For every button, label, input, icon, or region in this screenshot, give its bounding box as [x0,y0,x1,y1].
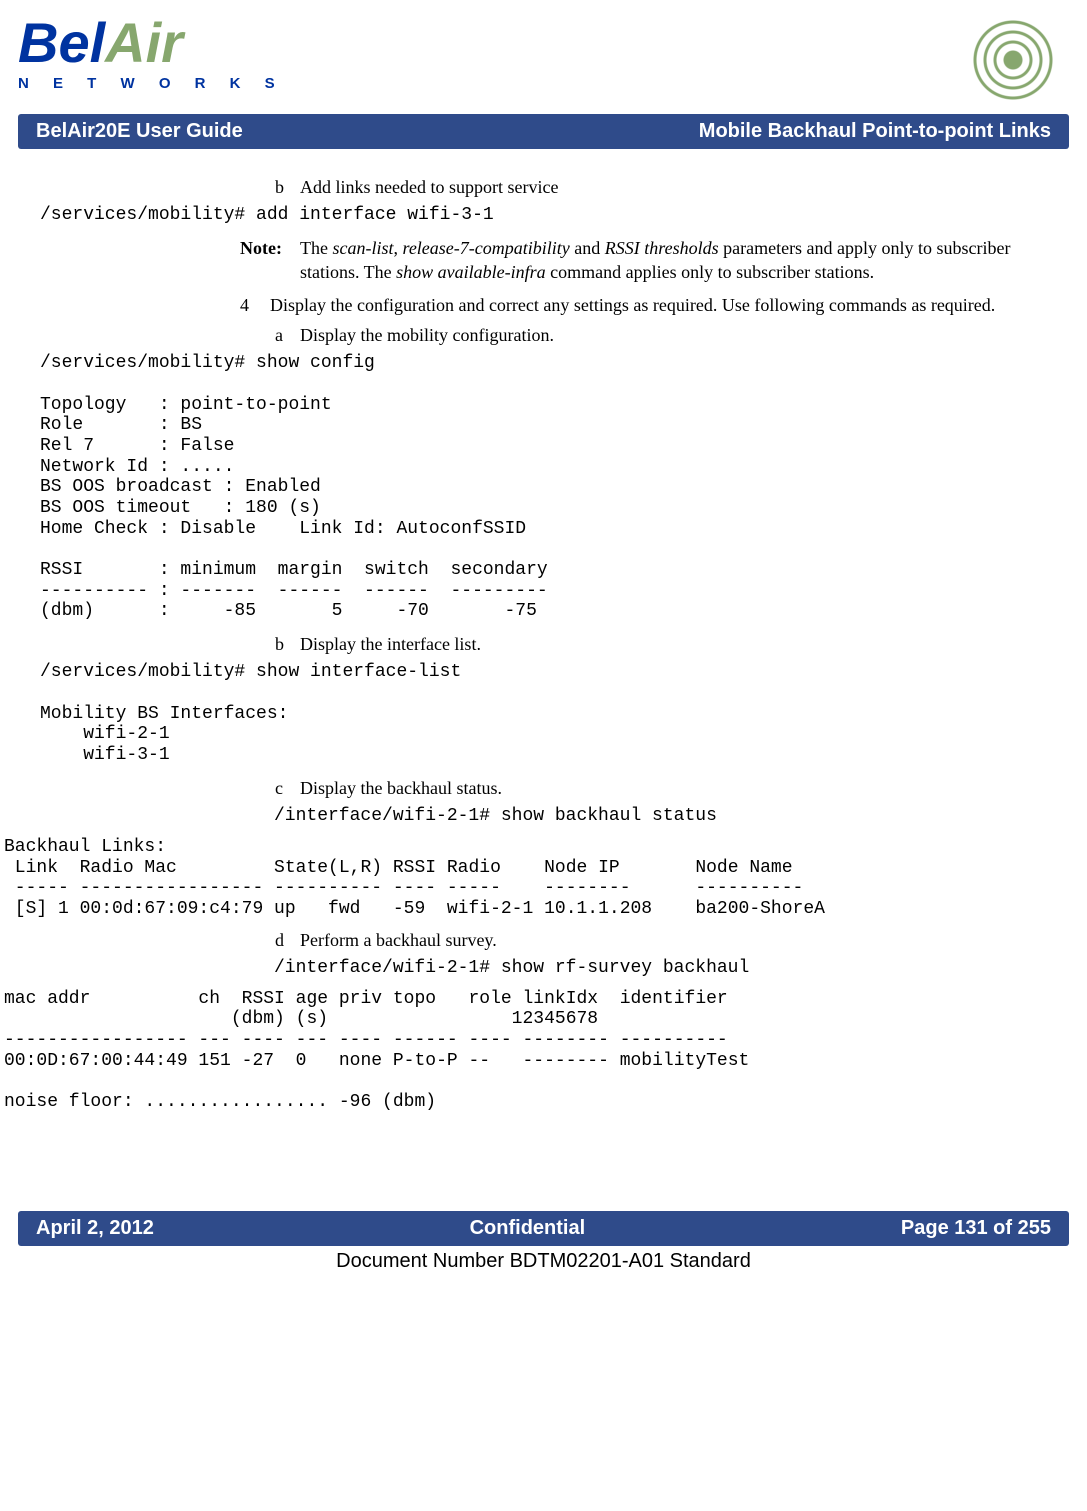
backhaul-links-output: Backhaul Links: Link Radio Mac State(L,R… [0,837,1087,920]
note-block: Note: The scan-list, release-7-compatibi… [240,236,1027,285]
code-step-4b: /services/mobility# show interface-list … [40,662,1027,765]
note-label: Note: [240,236,300,285]
substep-label: d [275,928,300,952]
step4-num: 4 [240,293,270,317]
substep-b: b Add links needed to support service [275,175,1027,199]
note-body: The scan-list, release-7-compatibility a… [300,236,1027,285]
substep-label: a [275,323,300,347]
code-step-4c: /interface/wifi-2-1# show backhaul statu… [274,806,1027,827]
footer-confidential: Confidential [470,1217,586,1240]
section-title: Mobile Backhaul Point-to-point Links [699,120,1051,143]
substep-text: Display the backhaul status. [300,776,1027,800]
document-number: Document Number BDTM02201-A01 Standard [0,1250,1087,1273]
step-4: 4 Display the configuration and correct … [240,293,1027,317]
code-step-b: /services/mobility# add interface wifi-3… [40,205,1027,226]
guide-title: BelAir20E User Guide [36,120,243,143]
footer-date: April 2, 2012 [36,1217,154,1240]
code-step-4d: /interface/wifi-2-1# show rf-survey back… [274,958,1027,979]
logo-belair: BelAir N E T W O R K S [18,10,285,92]
substep-label: b [275,632,300,656]
footer-page: Page 131 of 255 [901,1217,1051,1240]
header: BelAir N E T W O R K S [0,0,1087,110]
substep-text: Display the mobility configuration. [300,323,1027,347]
substep-4a: a Display the mobility configuration. [275,323,1027,347]
substep-text: Add links needed to support service [300,175,1027,199]
code-step-4a: /services/mobility# show config Topology… [40,353,1027,622]
substep-text: Perform a backhaul survey. [300,928,1027,952]
footer-bar: April 2, 2012 Confidential Page 131 of 2… [18,1211,1069,1246]
content-area: b Add links needed to support service /s… [0,175,1087,827]
substep-4b: b Display the interface list. [275,632,1027,656]
substep-text: Display the interface list. [300,632,1027,656]
substep-label: c [275,776,300,800]
substep-4d: d Perform a backhaul survey. [275,928,1027,952]
rf-survey-output: mac addr ch RSSI age priv topo role link… [0,989,1087,1113]
logo-swirl-icon [929,10,1069,110]
title-bar: BelAir20E User Guide Mobile Backhaul Poi… [18,114,1069,149]
logo-subtext: N E T W O R K S [18,75,285,92]
substep-4c: c Display the backhaul status. [275,776,1027,800]
substep-label: b [275,175,300,199]
step4-text: Display the configuration and correct an… [270,293,995,317]
